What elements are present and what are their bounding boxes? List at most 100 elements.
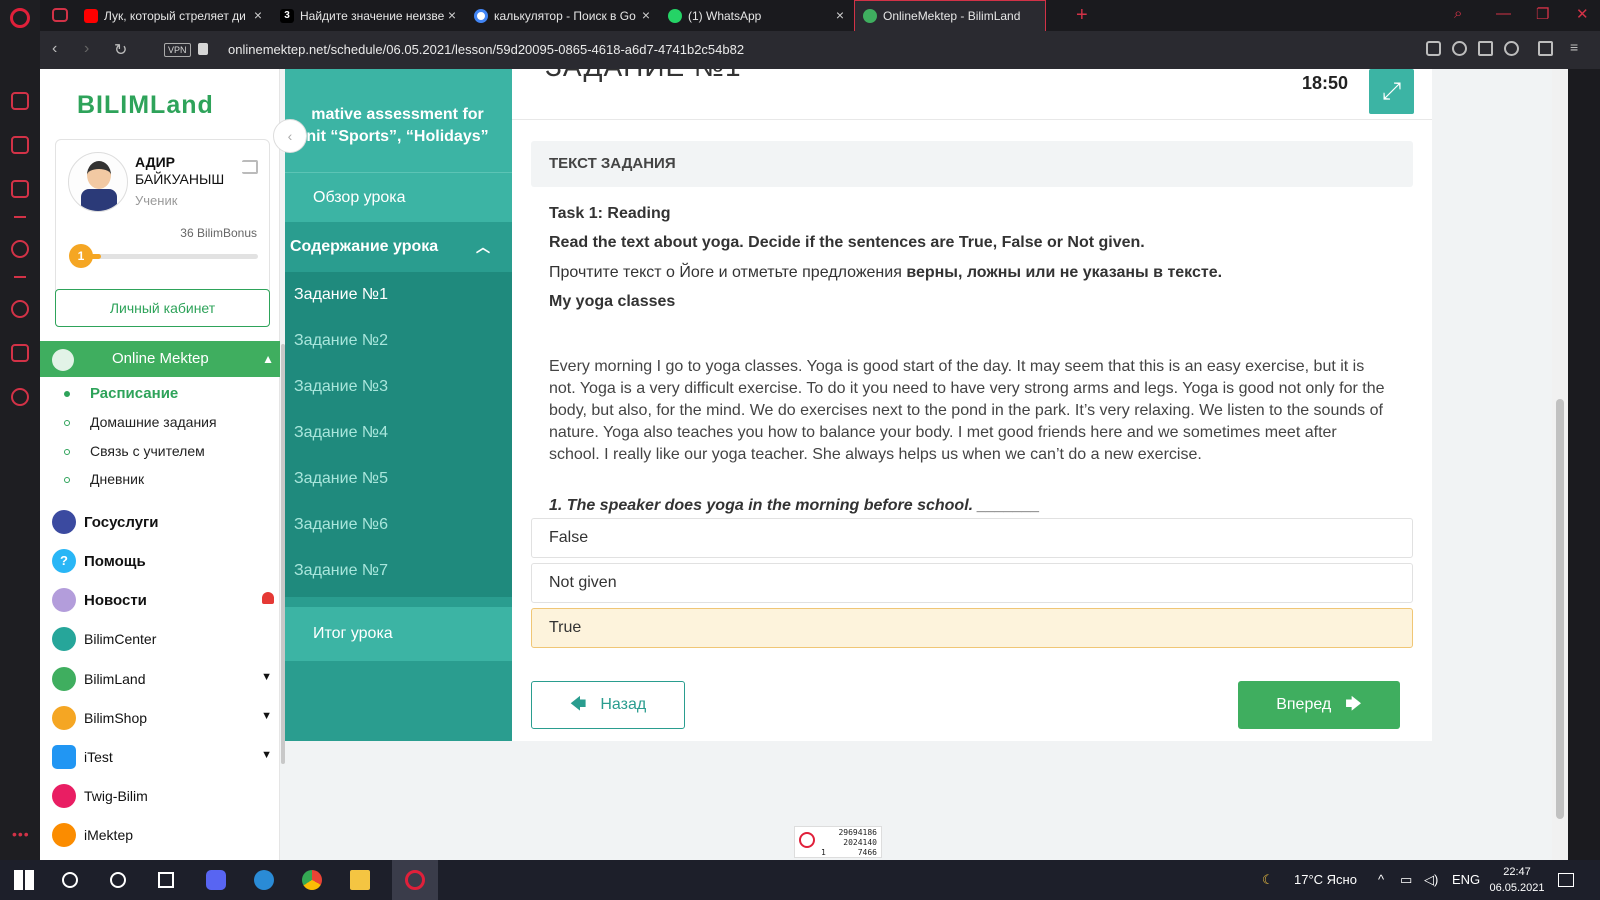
bilimshop-icon	[52, 706, 76, 730]
reload-icon[interactable]: ↻	[114, 40, 127, 60]
task-view-icon[interactable]	[158, 872, 174, 888]
history-icon[interactable]	[11, 300, 29, 318]
lesson-nav: mative assessment for nit “Sports”, “Hol…	[273, 69, 512, 741]
tab-youtube[interactable]: Лук, который стреляет ди ×	[76, 0, 272, 31]
search-icon[interactable]	[62, 872, 78, 888]
app-icon[interactable]	[254, 870, 274, 890]
logout-icon[interactable]	[242, 160, 258, 174]
snapshot-icon[interactable]	[1426, 41, 1441, 56]
extensions-icon[interactable]	[11, 344, 29, 362]
nav-task-1[interactable]: Задание №1	[294, 286, 388, 304]
tab-math[interactable]: 3 Найдите значение неизве ×	[272, 0, 466, 31]
bell-icon[interactable]	[262, 592, 274, 604]
nav-task-7[interactable]: Задание №7	[294, 562, 388, 580]
next-button[interactable]: Вперед 🡆	[1238, 681, 1400, 729]
nav-task-4[interactable]: Задание №4	[294, 424, 388, 442]
sidebar-item-help[interactable]: ? Помощь	[52, 547, 278, 575]
task-list: Задание №1 Задание №2 Задание №3 Задание…	[285, 272, 512, 597]
speed-dial-icon[interactable]	[11, 92, 29, 110]
nav-task-6[interactable]: Задание №6	[294, 516, 388, 534]
clock[interactable]: 22:47 06.05.2021	[1486, 864, 1548, 896]
nav-task-5[interactable]: Задание №5	[294, 470, 388, 488]
close-tab-icon[interactable]: ×	[254, 7, 262, 23]
back-icon[interactable]: ‹	[52, 40, 57, 58]
tab-google[interactable]: калькулятор - Поиск в Go ×	[466, 0, 660, 31]
discord-icon[interactable]	[206, 870, 226, 890]
twitch-icon[interactable]	[11, 180, 29, 198]
answer-option-false[interactable]: False	[531, 518, 1413, 558]
chrome-icon[interactable]	[302, 870, 322, 890]
sidebar-item-bilimcenter[interactable]: BilimCenter	[52, 625, 278, 653]
weather[interactable]: 17°C Ясно	[1294, 872, 1357, 887]
sidebar-item-itest[interactable]: iTest ▼	[52, 743, 278, 771]
network-icon[interactable]: ▭	[1400, 872, 1412, 888]
personal-cabinet-button[interactable]: Личный кабинет	[55, 289, 270, 327]
opera-logo-icon[interactable]	[10, 8, 30, 28]
sidebar-sub-schedule[interactable]: Расписание	[64, 385, 178, 402]
sidebar-divider	[14, 276, 26, 278]
close-window-icon[interactable]: ✕	[1576, 5, 1589, 23]
volume-icon[interactable]: ◁)	[1424, 872, 1438, 888]
tray-chevron-icon[interactable]: ^	[1378, 872, 1384, 887]
more-icon[interactable]: •••	[12, 826, 30, 842]
sidebar-item-online-mektep[interactable]: Online Mektep ▲	[40, 341, 280, 377]
windows-start-icon[interactable]	[14, 870, 34, 890]
minimize-icon[interactable]: —	[1496, 5, 1511, 22]
tab-onlinemektep[interactable]: OnlineMektep - BilimLand	[854, 0, 1046, 31]
lock-icon[interactable]	[198, 43, 208, 55]
gamepad-icon[interactable]	[52, 8, 68, 22]
nav-lesson-summary[interactable]: Итог урока	[285, 607, 512, 661]
sidebar-item-news[interactable]: Новости	[52, 586, 278, 614]
settings-icon[interactable]	[11, 388, 29, 406]
adblock-icon[interactable]	[1452, 41, 1467, 56]
sidebar-item-twig-bilim[interactable]: Twig-Bilim	[52, 782, 278, 810]
folder-icon[interactable]	[350, 870, 370, 890]
user-role: Ученик	[135, 193, 178, 208]
forward-icon[interactable]: ›	[84, 40, 89, 58]
download-icon[interactable]	[1538, 41, 1553, 56]
sidebar-sub-teacher-contact[interactable]: Связь с учителем	[64, 443, 205, 459]
sidebar-sub-homework[interactable]: Домашние задания	[64, 414, 217, 430]
url-field[interactable]: onlinemektep.net/schedule/06.05.2021/les…	[228, 42, 744, 57]
search-tabs-icon[interactable]: ⌕	[1454, 5, 1462, 22]
close-tab-icon[interactable]: ×	[448, 7, 456, 23]
znanija-icon: 3	[280, 8, 294, 23]
nav-lesson-overview[interactable]: Обзор урока	[285, 172, 512, 222]
notifications-icon[interactable]	[1558, 873, 1574, 887]
player-icon[interactable]	[11, 240, 29, 258]
close-tab-icon[interactable]: ×	[836, 7, 844, 23]
menu-icon[interactable]: ≡	[1570, 39, 1585, 55]
sidebar-item-gosuslugi[interactable]: Госуслуги	[52, 508, 278, 536]
answer-option-true[interactable]: True	[531, 608, 1413, 648]
user-first-name: АДИР	[135, 154, 176, 170]
send-icon[interactable]	[1478, 41, 1493, 56]
restore-icon[interactable]: ❐	[1536, 5, 1549, 23]
nav-task-3[interactable]: Задание №3	[294, 378, 388, 396]
fullscreen-icon[interactable]: ⤢	[1369, 69, 1414, 114]
web-page: BILIMLand АДИР БАЙКУАНЫШ Ученик 36 Bilim…	[40, 69, 1552, 860]
vpn-badge[interactable]: VPN	[164, 43, 191, 57]
sidebar-sub-diary[interactable]: Дневник	[64, 471, 144, 487]
taskbar-opera-active[interactable]	[392, 860, 438, 900]
briefcase-icon[interactable]	[11, 136, 29, 154]
heart-icon[interactable]	[1504, 41, 1519, 56]
sidebar-item-imektep[interactable]: iMektep	[52, 821, 278, 849]
twig-icon	[52, 784, 76, 808]
sidebar-item-bilimshop[interactable]: BilimShop ▼	[52, 704, 278, 732]
bilimland-logo[interactable]: BILIMLand	[77, 91, 214, 120]
tab-whatsapp[interactable]: (1) WhatsApp ×	[660, 0, 854, 31]
close-tab-icon[interactable]: ×	[642, 7, 650, 23]
sidebar-item-bilimland[interactable]: BilimLand ▼	[52, 665, 278, 693]
instruction-en: Read the text about yoga. Decide if the …	[549, 234, 1145, 251]
avatar[interactable]	[68, 152, 128, 212]
back-button[interactable]: 🡄 Назад	[531, 681, 685, 729]
nav-task-2[interactable]: Задание №2	[294, 332, 388, 350]
cortana-icon[interactable]	[110, 872, 126, 888]
new-tab-icon[interactable]: +	[1076, 4, 1088, 27]
nav-lesson-content[interactable]: Содержание урока ︿	[285, 222, 512, 272]
page-scrollbar[interactable]	[1552, 69, 1568, 860]
collapse-nav-button[interactable]: ‹	[273, 119, 307, 153]
bilim-bonus: 36 BilimBonus	[180, 226, 257, 240]
language-indicator[interactable]: ENG	[1452, 872, 1480, 887]
answer-option-not-given[interactable]: Not given	[531, 563, 1413, 603]
